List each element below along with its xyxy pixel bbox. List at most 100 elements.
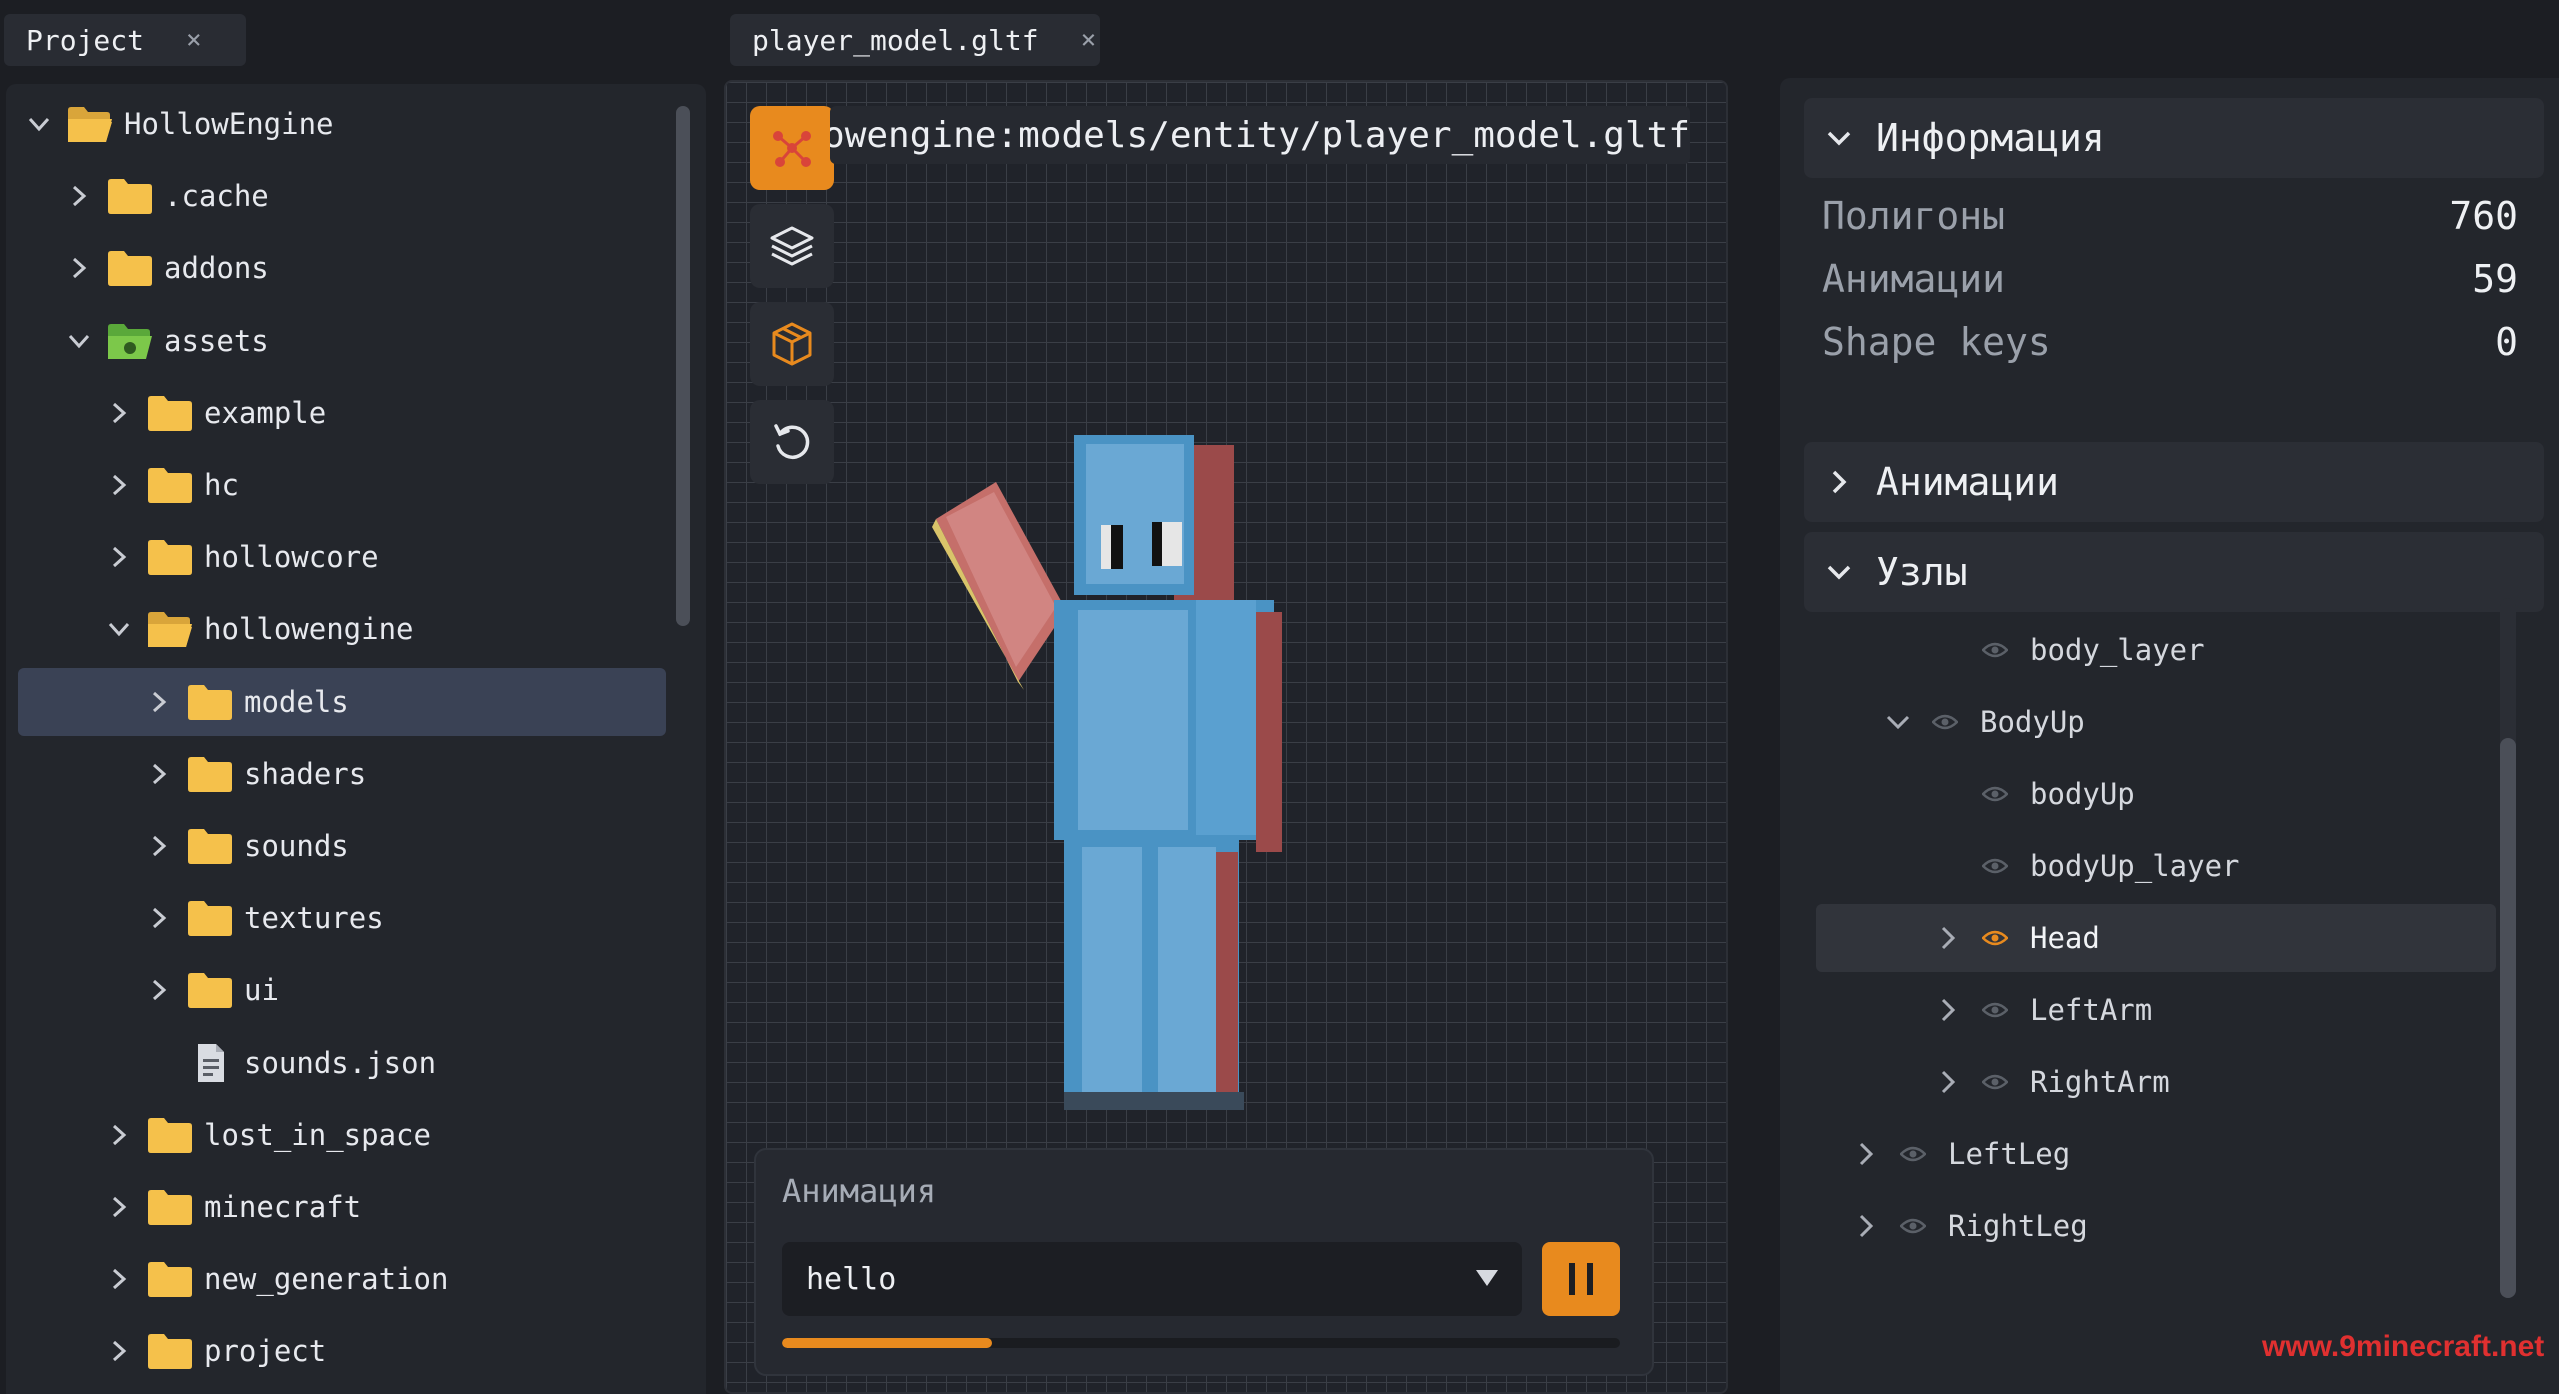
eye-icon[interactable] [1900, 1145, 1926, 1163]
animations-section-header[interactable]: Анимации [1804, 442, 2544, 522]
chevron-right-icon[interactable] [106, 472, 132, 498]
tree-item-sounds[interactable]: sounds [18, 812, 666, 880]
tree-item-label: hollowcore [204, 540, 379, 575]
node-rightleg[interactable]: RightLeg [1852, 1192, 2088, 1260]
player-model-render [932, 435, 1282, 1110]
close-icon[interactable]: × [186, 25, 202, 55]
chevron-right-icon[interactable] [66, 183, 92, 209]
info-section-title: Информация [1876, 116, 2105, 160]
tree-item-label: hollowengine [204, 612, 414, 647]
node-head[interactable]: Head [1816, 904, 2496, 972]
tree-item-minecraft[interactable]: minecraft [18, 1173, 666, 1241]
tree-item-hc[interactable]: hc [18, 451, 666, 519]
tree-item-example[interactable]: example [18, 379, 666, 447]
chevron-right-icon[interactable] [106, 1338, 132, 1364]
chevron-right-icon[interactable] [106, 400, 132, 426]
folder-icon [186, 898, 234, 938]
animation-select[interactable]: hello [782, 1242, 1522, 1316]
chevron-right-icon[interactable] [106, 1266, 132, 1292]
node-leftarm[interactable]: LeftArm [1934, 976, 2152, 1044]
chevron-right-icon[interactable] [66, 255, 92, 281]
tree-item-project[interactable]: project [18, 1317, 666, 1385]
tree-item-label: models [244, 684, 349, 719]
chevron-right-icon[interactable] [1852, 1212, 1880, 1240]
nodes-section-header[interactable]: Узлы [1804, 532, 2544, 612]
tree-item-label: sounds [244, 829, 349, 863]
tree-item-lost-in-space[interactable]: lost_in_space [18, 1101, 666, 1169]
chevron-down-icon[interactable] [106, 616, 132, 642]
info-section-header[interactable]: Информация [1804, 98, 2544, 178]
node-label: RightLeg [1948, 1209, 2088, 1243]
info-label: Анимации [1822, 257, 2006, 301]
eye-icon[interactable] [1900, 1217, 1926, 1235]
chevron-down-icon[interactable] [26, 111, 52, 137]
nodes-section-title: Узлы [1876, 550, 1968, 594]
tree-item-sounds-json[interactable]: sounds.json [18, 1029, 666, 1097]
chevron-down-icon [1822, 121, 1856, 155]
tree-item-new-generation[interactable]: new_generation [18, 1245, 666, 1313]
animation-label: Анимация [782, 1172, 937, 1210]
chevron-right-icon[interactable] [146, 689, 172, 715]
folder-icon [186, 754, 234, 794]
tab-bar: Project × player_model.gltf × [0, 0, 2559, 78]
chevron-right-icon[interactable] [1934, 996, 1962, 1024]
chevron-right-icon[interactable] [146, 761, 172, 787]
eye-icon[interactable] [1982, 857, 2008, 875]
node-body-layer[interactable]: body_layer [1934, 616, 2205, 684]
tree-item-label: assets [164, 323, 269, 358]
eye-icon[interactable] [1982, 1073, 2008, 1091]
eye-icon[interactable] [1982, 785, 2008, 803]
node-bodyup-layer[interactable]: bodyUp_layer [1934, 832, 2240, 900]
node-bodyup[interactable]: BodyUp [1884, 688, 2085, 756]
chevron-right-icon[interactable] [146, 833, 172, 859]
cube-tool-button[interactable] [750, 302, 834, 386]
eye-icon[interactable] [1982, 929, 2008, 947]
chevron-right-icon[interactable] [106, 1122, 132, 1148]
chevron-right-icon[interactable] [1934, 924, 1962, 952]
chevron-right-icon[interactable] [1934, 1068, 1962, 1096]
chevron-down-icon[interactable] [1884, 708, 1912, 736]
node-leftleg[interactable]: LeftLeg [1852, 1120, 2070, 1188]
chevron-right-icon[interactable] [146, 977, 172, 1003]
node-bodyup[interactable]: bodyUp [1934, 760, 2135, 828]
tree-item-hollowengine[interactable]: HollowEngine [18, 90, 666, 158]
tab-project[interactable]: Project × [4, 14, 246, 66]
model-viewport[interactable]: hollowengine:models/entity/player_model.… [724, 80, 1728, 1394]
tree-item-hollowengine[interactable]: hollowengine [18, 595, 666, 663]
tree-item-hollowcore[interactable]: hollowcore [18, 523, 666, 591]
tree-item-assets[interactable]: assets [18, 307, 666, 375]
chevron-down-icon[interactable] [66, 328, 92, 354]
nodes-scrollbar[interactable] [2500, 738, 2516, 1298]
chevron-right-icon[interactable] [106, 544, 132, 570]
reset-view-button[interactable] [750, 400, 834, 484]
bones-tool-button[interactable] [750, 106, 834, 190]
pause-button[interactable] [1542, 1242, 1620, 1316]
tree-item-ui[interactable]: ui [18, 956, 666, 1024]
eye-icon[interactable] [1982, 1001, 2008, 1019]
tree-item-label: .cache [164, 179, 269, 214]
node-rightarm[interactable]: RightArm [1934, 1048, 2170, 1116]
animation-progress-fill [782, 1338, 992, 1348]
info-row: Анимации 59 [1822, 249, 2518, 309]
folder-icon [106, 176, 154, 216]
info-value: 0 [2495, 320, 2518, 364]
tree-item-cache[interactable]: .cache [18, 162, 666, 230]
tree-item-models[interactable]: models [18, 667, 666, 736]
close-icon[interactable]: × [1081, 25, 1097, 55]
animation-progress[interactable] [782, 1338, 1620, 1348]
project-scrollbar[interactable] [676, 106, 690, 626]
tree-item-addons[interactable]: addons [18, 234, 666, 302]
tree-item-textures[interactable]: textures [18, 884, 666, 952]
chevron-right-icon[interactable] [1852, 1140, 1880, 1168]
info-label: Полигоны [1822, 194, 2006, 238]
tab-player-model[interactable]: player_model.gltf × [730, 14, 1100, 66]
tree-item-label: project [204, 1334, 327, 1369]
chevron-down-icon [1476, 1270, 1498, 1286]
folder-icon [146, 393, 194, 433]
eye-icon[interactable] [1932, 713, 1958, 731]
layers-tool-button[interactable] [750, 204, 834, 288]
chevron-right-icon[interactable] [146, 905, 172, 931]
tree-item-shaders[interactable]: shaders [18, 740, 666, 808]
chevron-right-icon[interactable] [106, 1194, 132, 1220]
eye-icon[interactable] [1982, 641, 2008, 659]
